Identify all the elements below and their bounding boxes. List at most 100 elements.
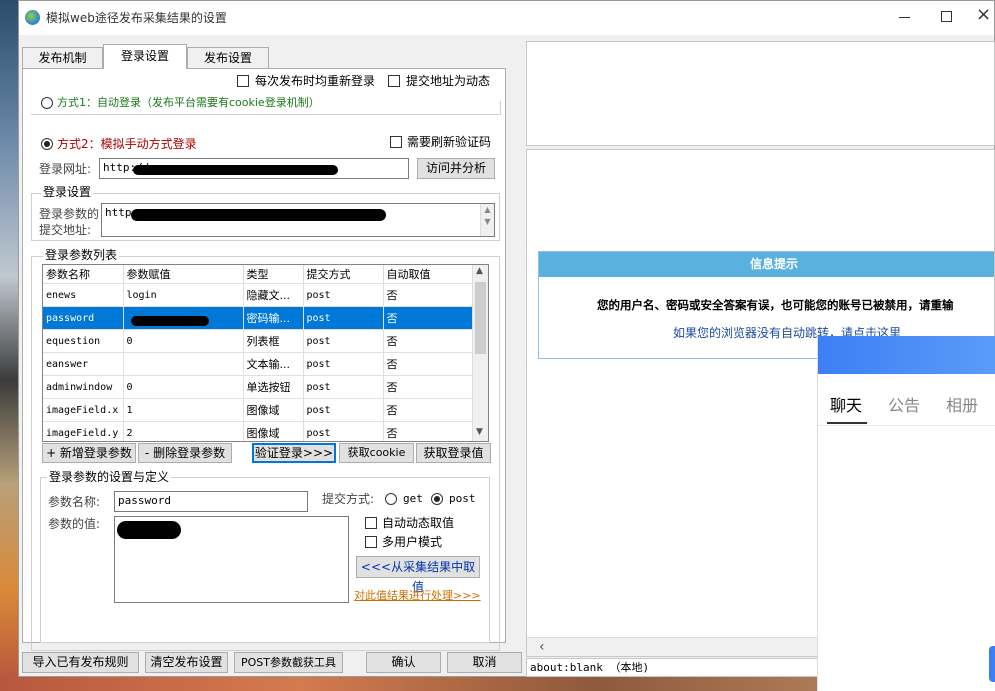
from-result-button[interactable]: <<<从采集结果中取值 bbox=[356, 556, 480, 594]
auto-dynamic-checkbox[interactable] bbox=[365, 517, 377, 529]
chat-popup: 聊天 公告 相册 bbox=[817, 336, 995, 691]
delete-param-button[interactable]: - 删除登录参数 bbox=[138, 443, 232, 463]
chat-divider bbox=[818, 425, 995, 426]
param-type-cell: 图像域 bbox=[243, 398, 304, 422]
tab-label: 发布设置 bbox=[203, 51, 252, 65]
minimize-icon[interactable] bbox=[897, 9, 913, 25]
post-capture-tool-button[interactable]: POST参数截获工具 bbox=[234, 652, 343, 673]
table-row[interactable]: imageField.x 1 图像域 post 否 bbox=[43, 398, 473, 422]
param-method-cell: post bbox=[303, 398, 384, 422]
title-bar[interactable]: 模拟web途径发布采集结果的设置 × bbox=[19, 1, 994, 35]
column-header[interactable]: 参数赋值 bbox=[123, 265, 244, 284]
table-row[interactable]: imageField.y 2 图像域 post 否 bbox=[43, 421, 473, 441]
param-name-cell: enews bbox=[43, 283, 124, 307]
ok-button[interactable]: 确认 bbox=[366, 652, 441, 673]
browser-top-pane bbox=[526, 41, 995, 146]
param-name-cell: eanswer bbox=[43, 352, 124, 376]
param-auto-cell: 否 bbox=[383, 375, 473, 399]
clear-settings-button[interactable]: 清空发布设置 bbox=[145, 652, 228, 673]
submit-url-label-1: 登录参数的 bbox=[39, 207, 100, 221]
auto-dynamic-label: 自动动态取值 bbox=[382, 516, 455, 530]
info-message: 您的用户名、密码或安全答案有误，也可能您的账号已被禁用，请重输 bbox=[597, 298, 954, 312]
login-settings-panel: 每次发布时均重新登录 提交地址为动态 方式1：自动登录（发布平台需要有cooki… bbox=[22, 68, 506, 651]
refresh-captcha-checkbox[interactable] bbox=[390, 136, 402, 148]
method1-radio[interactable] bbox=[41, 97, 53, 109]
column-header[interactable]: 自动取值 bbox=[383, 265, 473, 284]
param-value-cell: login bbox=[123, 283, 244, 307]
tab-publish-settings[interactable]: 发布设置 bbox=[187, 47, 269, 68]
column-header[interactable]: 提交方式 bbox=[303, 265, 384, 284]
param-type-cell: 隐藏文... bbox=[243, 283, 304, 307]
maximize-icon[interactable] bbox=[941, 11, 952, 22]
tab-publish-mechanism[interactable]: 发布机制 bbox=[22, 47, 103, 68]
param-method-cell: post bbox=[303, 283, 384, 307]
param-name-cell: imageField.x bbox=[43, 398, 124, 422]
redaction-mark bbox=[131, 316, 209, 326]
add-param-button[interactable]: + 新增登录参数 bbox=[42, 443, 136, 463]
visit-analyze-button[interactable]: 访问并分析 bbox=[417, 158, 495, 179]
scroll-thumb[interactable] bbox=[475, 282, 486, 354]
get-cookie-button[interactable]: 获取cookie bbox=[339, 443, 414, 463]
relogin-checkbox[interactable] bbox=[237, 75, 249, 87]
chat-tab-album[interactable]: 相册 bbox=[946, 396, 978, 416]
multi-user-checkbox[interactable] bbox=[365, 536, 377, 548]
param-type-cell: 文本输... bbox=[243, 352, 304, 376]
param-table-wrapper: 参数名称 参数赋值 类型 提交方式 自动取值 enews login 隐藏文..… bbox=[42, 264, 489, 442]
close-icon[interactable]: × bbox=[976, 5, 992, 25]
get-radio[interactable] bbox=[385, 493, 397, 505]
login-url-label: 登录网址: bbox=[39, 162, 92, 176]
param-table: 参数名称 参数赋值 类型 提交方式 自动取值 enews login 隐藏文..… bbox=[43, 265, 473, 441]
column-header[interactable]: 参数名称 bbox=[43, 265, 124, 284]
param-method-cell: post bbox=[303, 421, 384, 441]
param-table-header: 参数名称 参数赋值 类型 提交方式 自动取值 bbox=[43, 265, 473, 284]
scroll-down-icon[interactable]: ▼ bbox=[476, 427, 483, 437]
param-method-cell: post bbox=[303, 329, 384, 353]
param-value-cell: 1 bbox=[123, 398, 244, 422]
param-name-input[interactable]: password bbox=[114, 491, 308, 512]
post-radio[interactable] bbox=[431, 493, 443, 505]
param-name-cell: password bbox=[43, 306, 124, 330]
get-login-value-button[interactable]: 获取登录值 bbox=[416, 443, 491, 463]
param-auto-cell: 否 bbox=[383, 306, 473, 330]
tab-label: 发布机制 bbox=[38, 51, 87, 65]
chat-tab-notice[interactable]: 公告 bbox=[888, 396, 920, 416]
param-value-cell: 2 bbox=[123, 421, 244, 441]
scroll-up-icon[interactable]: ▲ bbox=[476, 266, 483, 276]
dynamic-url-checkbox[interactable] bbox=[388, 75, 400, 87]
column-header[interactable]: 类型 bbox=[243, 265, 304, 284]
method2-radio[interactable] bbox=[41, 138, 53, 150]
param-auto-cell: 否 bbox=[383, 283, 473, 307]
chat-popup-header[interactable] bbox=[818, 336, 995, 374]
import-rules-button[interactable]: 导入已有发布规则 bbox=[22, 652, 139, 673]
scroll-left-icon[interactable]: ‹ bbox=[539, 638, 545, 656]
window-title: 模拟web途径发布采集结果的设置 bbox=[46, 11, 227, 25]
process-value-link[interactable]: 对此值结果进行处理>>> bbox=[354, 588, 481, 604]
param-value-label: 参数的值: bbox=[48, 517, 101, 531]
chat-side-button[interactable] bbox=[989, 646, 995, 682]
chat-tab-chat[interactable]: 聊天 bbox=[830, 396, 862, 416]
refresh-captcha-label: 需要刷新验证码 bbox=[407, 135, 492, 149]
submit-url-scrollbar[interactable]: ▲ ▼ bbox=[480, 204, 494, 236]
param-auto-cell: 否 bbox=[383, 352, 473, 376]
param-name-cell: adminwindow bbox=[43, 375, 124, 399]
relogin-label: 每次发布时均重新登录 bbox=[255, 74, 376, 88]
table-row[interactable]: enews login 隐藏文... post 否 bbox=[43, 283, 473, 307]
redaction-mark bbox=[117, 521, 181, 539]
get-label: get bbox=[403, 492, 423, 505]
param-name-cell: equestion bbox=[43, 329, 124, 353]
horizontal-scrollbar[interactable]: ‹ bbox=[527, 637, 817, 656]
table-row-selected[interactable]: password 密码输... post 否 bbox=[43, 306, 473, 330]
param-type-cell: 单选按钮 bbox=[243, 375, 304, 399]
param-table-scrollbar[interactable]: ▲ ▼ bbox=[472, 265, 488, 441]
table-row[interactable]: adminwindow 0 单选按钮 post 否 bbox=[43, 375, 473, 399]
param-type-cell: 密码输... bbox=[243, 306, 304, 330]
table-row[interactable]: equestion 0 列表框 post 否 bbox=[43, 329, 473, 353]
tab-login-settings[interactable]: 登录设置 bbox=[103, 44, 187, 69]
table-row[interactable]: eanswer 文本输... post 否 bbox=[43, 352, 473, 376]
param-auto-cell: 否 bbox=[383, 398, 473, 422]
cancel-button[interactable]: 取消 bbox=[447, 652, 522, 673]
chat-tab-underline bbox=[827, 422, 867, 424]
param-method-cell: post bbox=[303, 375, 384, 399]
param-type-cell: 图像域 bbox=[243, 421, 304, 441]
verify-login-button[interactable]: 验证登录>>> bbox=[252, 443, 336, 463]
